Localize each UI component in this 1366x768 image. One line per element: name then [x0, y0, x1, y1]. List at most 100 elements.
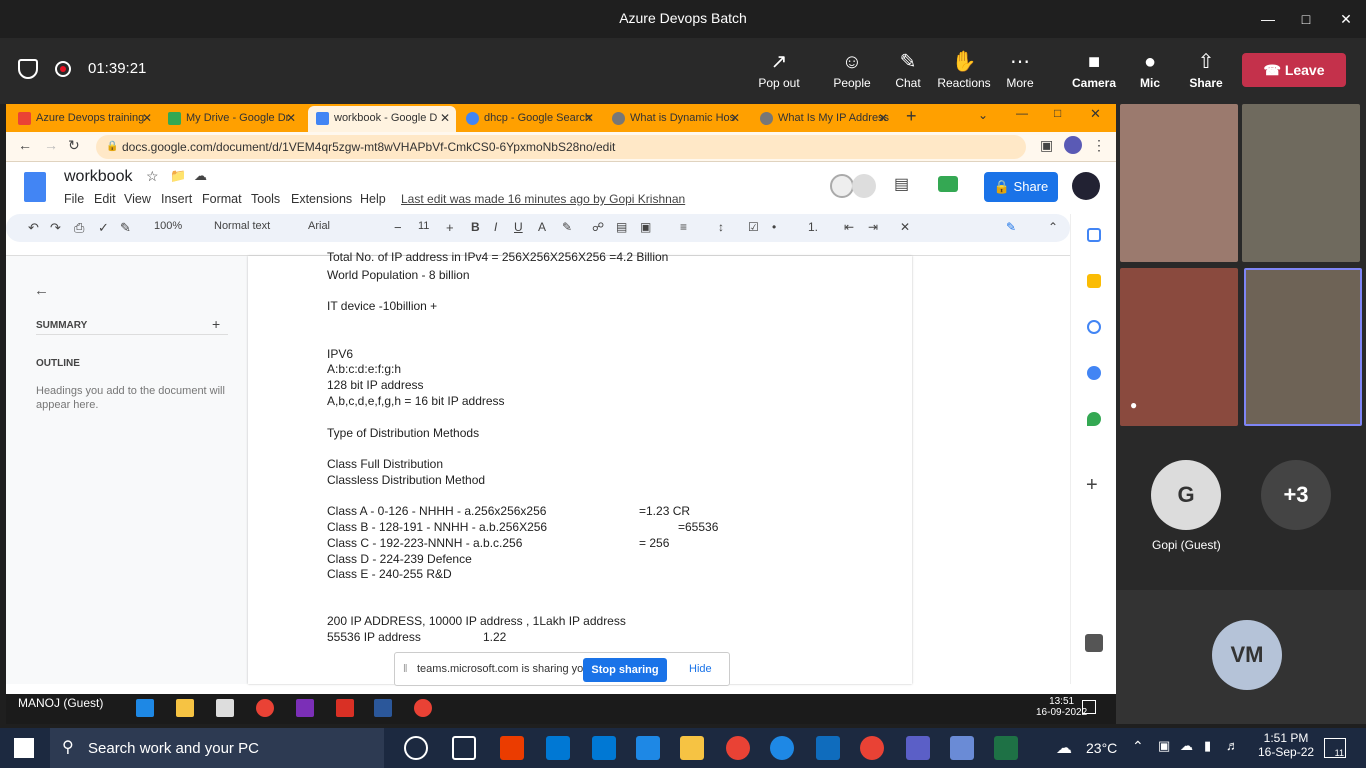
menu-format[interactable]: Format [202, 192, 242, 206]
maps-icon[interactable] [1087, 412, 1101, 426]
url-field[interactable]: 🔒 docs.google.com/document/d/1VEM4qr5zgw-… [96, 135, 1026, 159]
contacts-icon[interactable] [1087, 366, 1101, 380]
add-addon-icon[interactable]: + [1086, 474, 1098, 497]
close-tab-icon[interactable]: ✕ [286, 106, 296, 130]
menu-edit[interactable]: Edit [94, 192, 116, 206]
avatar[interactable]: VM [1212, 620, 1282, 690]
move-folder-icon[interactable]: 📁 [170, 168, 186, 184]
search-box[interactable]: ⚲ Search work and your PC [50, 728, 384, 768]
weather-temp[interactable]: 23°C [1086, 740, 1117, 756]
back-icon[interactable]: ← [18, 137, 32, 153]
share-button[interactable]: ⇧ Share [1176, 48, 1236, 90]
browser-tab[interactable]: My Drive - Google Dr ✕ [160, 106, 302, 132]
outlook-icon[interactable] [816, 736, 840, 760]
increase-indent-icon[interactable]: ⇥ [868, 220, 878, 234]
volume-icon[interactable]: ♬ [1226, 738, 1239, 753]
insert-comment-icon[interactable]: ▤ [616, 220, 627, 234]
numbered-list-icon[interactable]: 1. [808, 220, 818, 234]
edge-icon[interactable] [770, 736, 794, 760]
explore-icon[interactable] [1085, 634, 1103, 652]
word-icon[interactable] [374, 699, 392, 717]
close-tab-icon[interactable]: ✕ [878, 106, 888, 130]
italic-icon[interactable]: I [494, 220, 497, 234]
minimize-icon[interactable]: — [1016, 106, 1028, 120]
reload-icon[interactable]: ↻ [68, 137, 80, 154]
camera-button[interactable]: ■ Camera [1064, 48, 1124, 90]
edge-icon[interactable] [136, 699, 154, 717]
clock[interactable]: 1:51 PM 16-Sep-22 [1258, 731, 1314, 759]
link-icon[interactable]: ☍ [592, 220, 604, 234]
paint-format-icon[interactable]: ✎ [120, 220, 131, 236]
line-spacing-icon[interactable]: ↕ [718, 220, 724, 234]
decrease-indent-icon[interactable]: ⇤ [844, 220, 854, 234]
chat-button[interactable]: ✎ Chat [878, 48, 938, 90]
shield-icon[interactable] [18, 59, 38, 79]
file-explorer-icon[interactable] [680, 736, 704, 760]
chevron-up-icon[interactable]: ⌃ [1048, 220, 1058, 234]
close-icon[interactable]: ✕ [1334, 8, 1358, 30]
editing-mode-icon[interactable]: ✎ [1006, 220, 1016, 234]
calendar-icon[interactable] [1087, 228, 1101, 242]
profile-avatar[interactable] [1064, 136, 1082, 154]
forward-icon[interactable]: → [44, 137, 58, 153]
close-tab-icon[interactable]: ✕ [584, 106, 594, 130]
back-arrow-icon[interactable]: ← [34, 282, 49, 299]
chrome-icon[interactable] [256, 699, 274, 717]
close-tab-icon[interactable]: ✕ [142, 106, 152, 130]
new-tab-icon[interactable]: + [906, 106, 917, 127]
meet-icon[interactable] [938, 176, 958, 192]
people-button[interactable]: ☺ People [822, 48, 882, 90]
browser-tab[interactable]: dhcp - Google Search ✕ [458, 106, 600, 132]
notifications-icon[interactable]: 11 [1324, 738, 1346, 758]
undo-icon[interactable]: ↶ [28, 220, 39, 236]
keep-icon[interactable] [1087, 274, 1101, 288]
account-avatar[interactable] [1072, 172, 1100, 200]
tasks-icon[interactable] [1087, 320, 1101, 334]
stop-sharing-button[interactable]: Stop sharing [583, 658, 667, 682]
folder-icon[interactable] [176, 699, 194, 717]
align-icon[interactable]: ≡ [680, 220, 687, 234]
checklist-icon[interactable]: ☑ [748, 220, 759, 234]
close-tab-icon[interactable]: ✕ [440, 106, 450, 130]
store-icon[interactable] [546, 736, 570, 760]
spellcheck-icon[interactable]: ✓ [98, 220, 109, 236]
maximize-icon[interactable]: □ [1054, 106, 1061, 120]
participant-video-active[interactable] [1244, 268, 1362, 426]
bold-icon[interactable]: B [471, 220, 480, 234]
participant-video[interactable]: ● [1120, 268, 1238, 426]
decrease-font-icon[interactable]: − [394, 220, 402, 235]
participant-video[interactable] [1242, 104, 1360, 262]
excel-icon[interactable] [994, 736, 1018, 760]
avatar[interactable]: G [1151, 460, 1221, 530]
close-icon[interactable]: ✕ [1090, 106, 1101, 122]
notification-icon[interactable] [1082, 700, 1096, 714]
mic-button[interactable]: ● Mic [1120, 48, 1180, 90]
hide-link[interactable]: Hide [689, 663, 712, 675]
mail-icon[interactable] [592, 736, 616, 760]
battery-icon[interactable]: ▮ [1204, 738, 1211, 754]
office-icon[interactable] [500, 736, 524, 760]
collaborator-avatar[interactable] [852, 174, 876, 198]
sidebar-icon[interactable]: ▣ [1040, 137, 1053, 154]
more-participants-button[interactable]: +3 [1261, 460, 1331, 530]
font-size-input[interactable]: 11 [418, 220, 429, 232]
menu-view[interactable]: View [124, 192, 151, 206]
docs-logo-icon[interactable] [24, 172, 46, 202]
windows-start-icon[interactable] [14, 738, 34, 758]
meet-now-icon[interactable]: ▣ [1158, 738, 1170, 754]
star-icon[interactable]: ☆ [146, 168, 159, 185]
menu-extensions[interactable]: Extensions [291, 192, 352, 206]
collaborator-avatar[interactable] [830, 174, 854, 198]
task-view-icon[interactable] [452, 736, 476, 760]
bulleted-list-icon[interactable]: • [772, 220, 776, 234]
reactions-button[interactable]: ✋ Reactions [934, 48, 994, 90]
add-summary-icon[interactable]: + [212, 316, 220, 332]
underline-icon[interactable]: U [514, 220, 523, 234]
menu-file[interactable]: File [64, 192, 84, 206]
cortana-icon[interactable] [404, 736, 428, 760]
store-icon[interactable] [216, 699, 234, 717]
clear-formatting-icon[interactable]: ✕ [900, 220, 910, 234]
docs-share-button[interactable]: 🔒 Share [984, 172, 1058, 202]
chevron-down-icon[interactable]: ⌄ [978, 108, 988, 122]
drag-handle-icon[interactable]: ‖ [403, 663, 408, 675]
